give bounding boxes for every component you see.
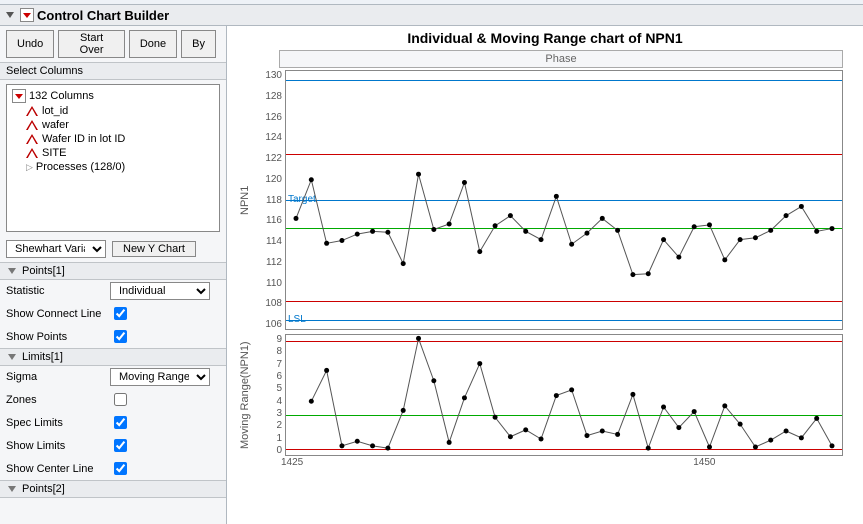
columns-count-row[interactable]: 132 Columns (10, 88, 216, 104)
done-button[interactable]: Done (129, 30, 177, 58)
undo-button[interactable]: Undo (6, 30, 54, 58)
phase-header[interactable]: Phase (279, 50, 843, 68)
select-columns-label: Select Columns (0, 62, 226, 80)
show-points-checkbox[interactable] (114, 330, 127, 343)
center-line-checkbox[interactable] (114, 462, 127, 475)
nominal-icon (26, 106, 38, 116)
expand-icon[interactable]: ▷ (26, 162, 33, 173)
nominal-icon (26, 134, 38, 144)
columns-list[interactable]: 132 Columns lot_id wafer Wafer ID in lot… (6, 84, 220, 232)
menu-icon[interactable] (12, 89, 26, 103)
statistic-label: Statistic (6, 285, 110, 297)
y1-axis-ticks: 130128126124122120118116114112110108106 (253, 70, 285, 330)
chart-title: Individual & Moving Range chart of NPN1 (227, 26, 863, 50)
collapse-icon[interactable] (6, 483, 18, 495)
sigma-select[interactable]: Moving Range (110, 368, 210, 386)
page-title: Control Chart Builder (37, 8, 169, 23)
zones-checkbox[interactable] (114, 393, 127, 406)
sigma-label: Sigma (6, 371, 110, 383)
spec-limits-checkbox[interactable] (114, 416, 127, 429)
individual-chart[interactable]: Target LSL (285, 70, 843, 330)
y2-axis-ticks: 9876543210 (253, 334, 285, 456)
chart-type-select[interactable]: Shewhart Variables (6, 240, 106, 258)
connect-line-label: Show Connect Line (6, 308, 110, 320)
menu-icon[interactable] (20, 8, 34, 22)
connect-line-checkbox[interactable] (114, 307, 127, 320)
new-y-chart-button[interactable]: New Y Chart (112, 241, 196, 257)
points1-heading[interactable]: Points[1] (0, 262, 226, 280)
column-item[interactable]: Wafer ID in lot ID (24, 132, 216, 146)
start-over-button[interactable]: Start Over (58, 30, 125, 58)
spec-limits-label: Spec Limits (6, 417, 110, 429)
limits1-heading[interactable]: Limits[1] (0, 348, 226, 366)
by-button[interactable]: By (181, 30, 216, 58)
column-item[interactable]: lot_id (24, 104, 216, 118)
moving-range-chart[interactable] (285, 334, 843, 456)
x-axis: 1425 1450 (279, 456, 863, 469)
zones-label: Zones (6, 394, 110, 406)
show-points-label: Show Points (6, 331, 110, 343)
collapse-icon[interactable] (6, 265, 18, 277)
nominal-icon (26, 120, 38, 130)
collapse-icon[interactable] (6, 351, 18, 363)
y2-axis-label: Moving Range(NPN1) (237, 334, 253, 456)
y1-axis-label: NPN1 (237, 70, 253, 330)
nominal-icon (26, 148, 38, 158)
points2-heading[interactable]: Points[2] (0, 480, 226, 498)
collapse-outer[interactable] (4, 9, 16, 21)
columns-count: 132 Columns (29, 90, 94, 102)
statistic-select[interactable]: Individual (110, 282, 210, 300)
center-line-label: Show Center Line (6, 463, 110, 475)
show-limits-checkbox[interactable] (114, 439, 127, 452)
column-group[interactable]: ▷Processes (128/0) (24, 160, 216, 174)
column-item[interactable]: SITE (24, 146, 216, 160)
show-limits-label: Show Limits (6, 440, 110, 452)
column-item[interactable]: wafer (24, 118, 216, 132)
